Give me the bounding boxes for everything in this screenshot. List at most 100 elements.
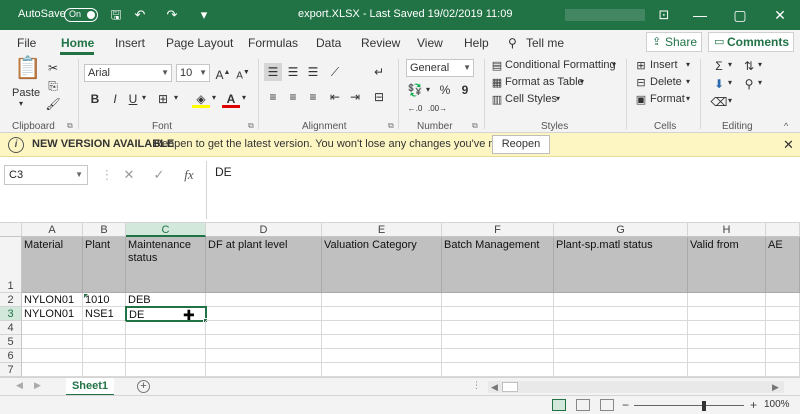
tab-review[interactable]: Review (361, 36, 400, 50)
chevron-down-icon[interactable]: ▾ (686, 77, 690, 86)
select-all-corner[interactable] (0, 223, 22, 237)
cell-h3[interactable] (688, 307, 766, 321)
orientation-icon[interactable]: ⟋ (326, 63, 344, 81)
row-header-7[interactable]: 7 (0, 363, 22, 377)
align-center-icon[interactable]: ≡ (284, 88, 302, 106)
tab-insert[interactable]: Insert (115, 36, 145, 50)
page-break-view-button[interactable] (600, 399, 614, 411)
cell-f5[interactable] (442, 335, 554, 349)
cell-c4[interactable] (126, 321, 206, 335)
cell-b5[interactable] (83, 335, 126, 349)
chevron-down-icon[interactable]: ▾ (686, 94, 690, 103)
align-left-icon[interactable]: ≡ (264, 88, 282, 106)
customize-toolbar-icon[interactable]: ▾ (196, 7, 212, 23)
cell-c1[interactable]: Maintenance status (126, 237, 206, 293)
cell-e1[interactable]: Valuation Category (322, 237, 442, 293)
align-bottom-icon[interactable]: ☰ (304, 63, 322, 81)
cell-c6[interactable] (126, 349, 206, 363)
cell-e7[interactable] (322, 363, 442, 377)
cell-d1[interactable]: DF at plant level (206, 237, 322, 293)
cell-f7[interactable] (442, 363, 554, 377)
font-color-icon[interactable]: A (222, 90, 240, 108)
decrease-decimal-icon[interactable]: .00→ (428, 100, 447, 118)
column-header-c[interactable]: C (126, 223, 206, 237)
cell-h5[interactable] (688, 335, 766, 349)
underline-dropdown-icon[interactable]: ▾ (142, 93, 146, 102)
zoom-out-icon[interactable]: − (622, 398, 629, 412)
cell-f2[interactable] (442, 293, 554, 307)
cell-i3[interactable] (766, 307, 800, 321)
cell-a3[interactable]: NYLON01 (22, 307, 83, 321)
cell-b2[interactable]: 1010 (83, 293, 126, 307)
cell-e4[interactable] (322, 321, 442, 335)
copy-icon[interactable]: ⎘ (44, 77, 62, 95)
fill-dropdown-icon[interactable]: ▾ (212, 93, 216, 102)
merge-center-icon[interactable]: ⊟ (370, 88, 388, 106)
tab-page-layout[interactable]: Page Layout (166, 36, 233, 50)
insert-function-button[interactable]: fx (178, 165, 200, 185)
cell-i2[interactable] (766, 293, 800, 307)
chevron-down-icon[interactable]: ▾ (728, 78, 732, 87)
cell-c2[interactable]: DEB (126, 293, 206, 307)
underline-button[interactable]: U (124, 90, 142, 108)
cell-e2[interactable] (322, 293, 442, 307)
percent-button[interactable]: % (436, 81, 454, 99)
row-header-5[interactable]: 5 (0, 335, 22, 349)
cell-d7[interactable] (206, 363, 322, 377)
cell-i1[interactable]: AE (766, 237, 800, 293)
chevron-down-icon[interactable]: ▾ (686, 60, 690, 69)
column-header-b[interactable]: B (83, 223, 126, 237)
insert-button[interactable]: Insert (650, 59, 678, 71)
tab-help[interactable]: Help (464, 36, 489, 50)
redo-icon[interactable]: ↷ (164, 7, 180, 23)
decrease-indent-icon[interactable]: ⇤ (326, 88, 344, 106)
share-button[interactable]: ⇪ Share (646, 32, 702, 52)
next-sheet-icon[interactable]: ▶ (34, 380, 41, 391)
normal-view-button[interactable] (552, 399, 566, 411)
tell-me-input[interactable]: Tell me (526, 36, 564, 50)
comments-button[interactable]: ▭ Comments (708, 32, 794, 52)
restore-button[interactable]: ▢ (720, 0, 760, 30)
format-button[interactable]: Format (650, 93, 685, 105)
scroll-right-icon[interactable]: ▶ (772, 382, 779, 393)
cell-e3[interactable] (322, 307, 442, 321)
comma-style-button[interactable]: 9 (456, 81, 474, 99)
cell-a4[interactable] (22, 321, 83, 335)
cell-d5[interactable] (206, 335, 322, 349)
cell-g2[interactable] (554, 293, 688, 307)
add-sheet-button[interactable]: + (137, 380, 150, 393)
scroll-left-icon[interactable]: ◀ (491, 382, 498, 393)
paste-icon[interactable]: 📋 (14, 57, 41, 87)
cell-f4[interactable] (442, 321, 554, 335)
cell-styles-button[interactable]: Cell Styles (505, 93, 557, 105)
cell-c7[interactable] (126, 363, 206, 377)
reopen-button[interactable]: Reopen (492, 135, 550, 154)
bold-button[interactable]: B (86, 90, 104, 108)
cell-f6[interactable] (442, 349, 554, 363)
column-header-f[interactable]: F (442, 223, 554, 237)
chevron-down-icon[interactable]: ▾ (728, 96, 732, 105)
font-launcher-icon[interactable]: ⧉ (248, 121, 254, 131)
cell-a7[interactable] (22, 363, 83, 377)
alignment-launcher-icon[interactable]: ⧉ (388, 121, 394, 131)
chevron-down-icon[interactable]: ▾ (612, 60, 616, 69)
cell-d3[interactable] (206, 307, 322, 321)
cell-b6[interactable] (83, 349, 126, 363)
column-header-d[interactable]: D (206, 223, 322, 237)
cell-e5[interactable] (322, 335, 442, 349)
autosave-toggle[interactable]: On (64, 8, 98, 22)
cut-icon[interactable]: ✂ (44, 59, 62, 77)
enter-icon[interactable]: ✓ (148, 165, 170, 185)
cell-i6[interactable] (766, 349, 800, 363)
close-icon[interactable]: ✕ (783, 137, 794, 153)
ribbon-display-icon[interactable]: ⊡ (656, 7, 672, 23)
cell-d2[interactable] (206, 293, 322, 307)
cell-g3[interactable] (554, 307, 688, 321)
cell-i7[interactable] (766, 363, 800, 377)
chevron-down-icon[interactable]: ▾ (580, 77, 584, 86)
row-header-6[interactable]: 6 (0, 349, 22, 363)
minimize-button[interactable]: — (680, 0, 720, 30)
increase-indent-icon[interactable]: ⇥ (346, 88, 364, 106)
cell-a6[interactable] (22, 349, 83, 363)
scroll-thumb[interactable] (502, 382, 518, 392)
